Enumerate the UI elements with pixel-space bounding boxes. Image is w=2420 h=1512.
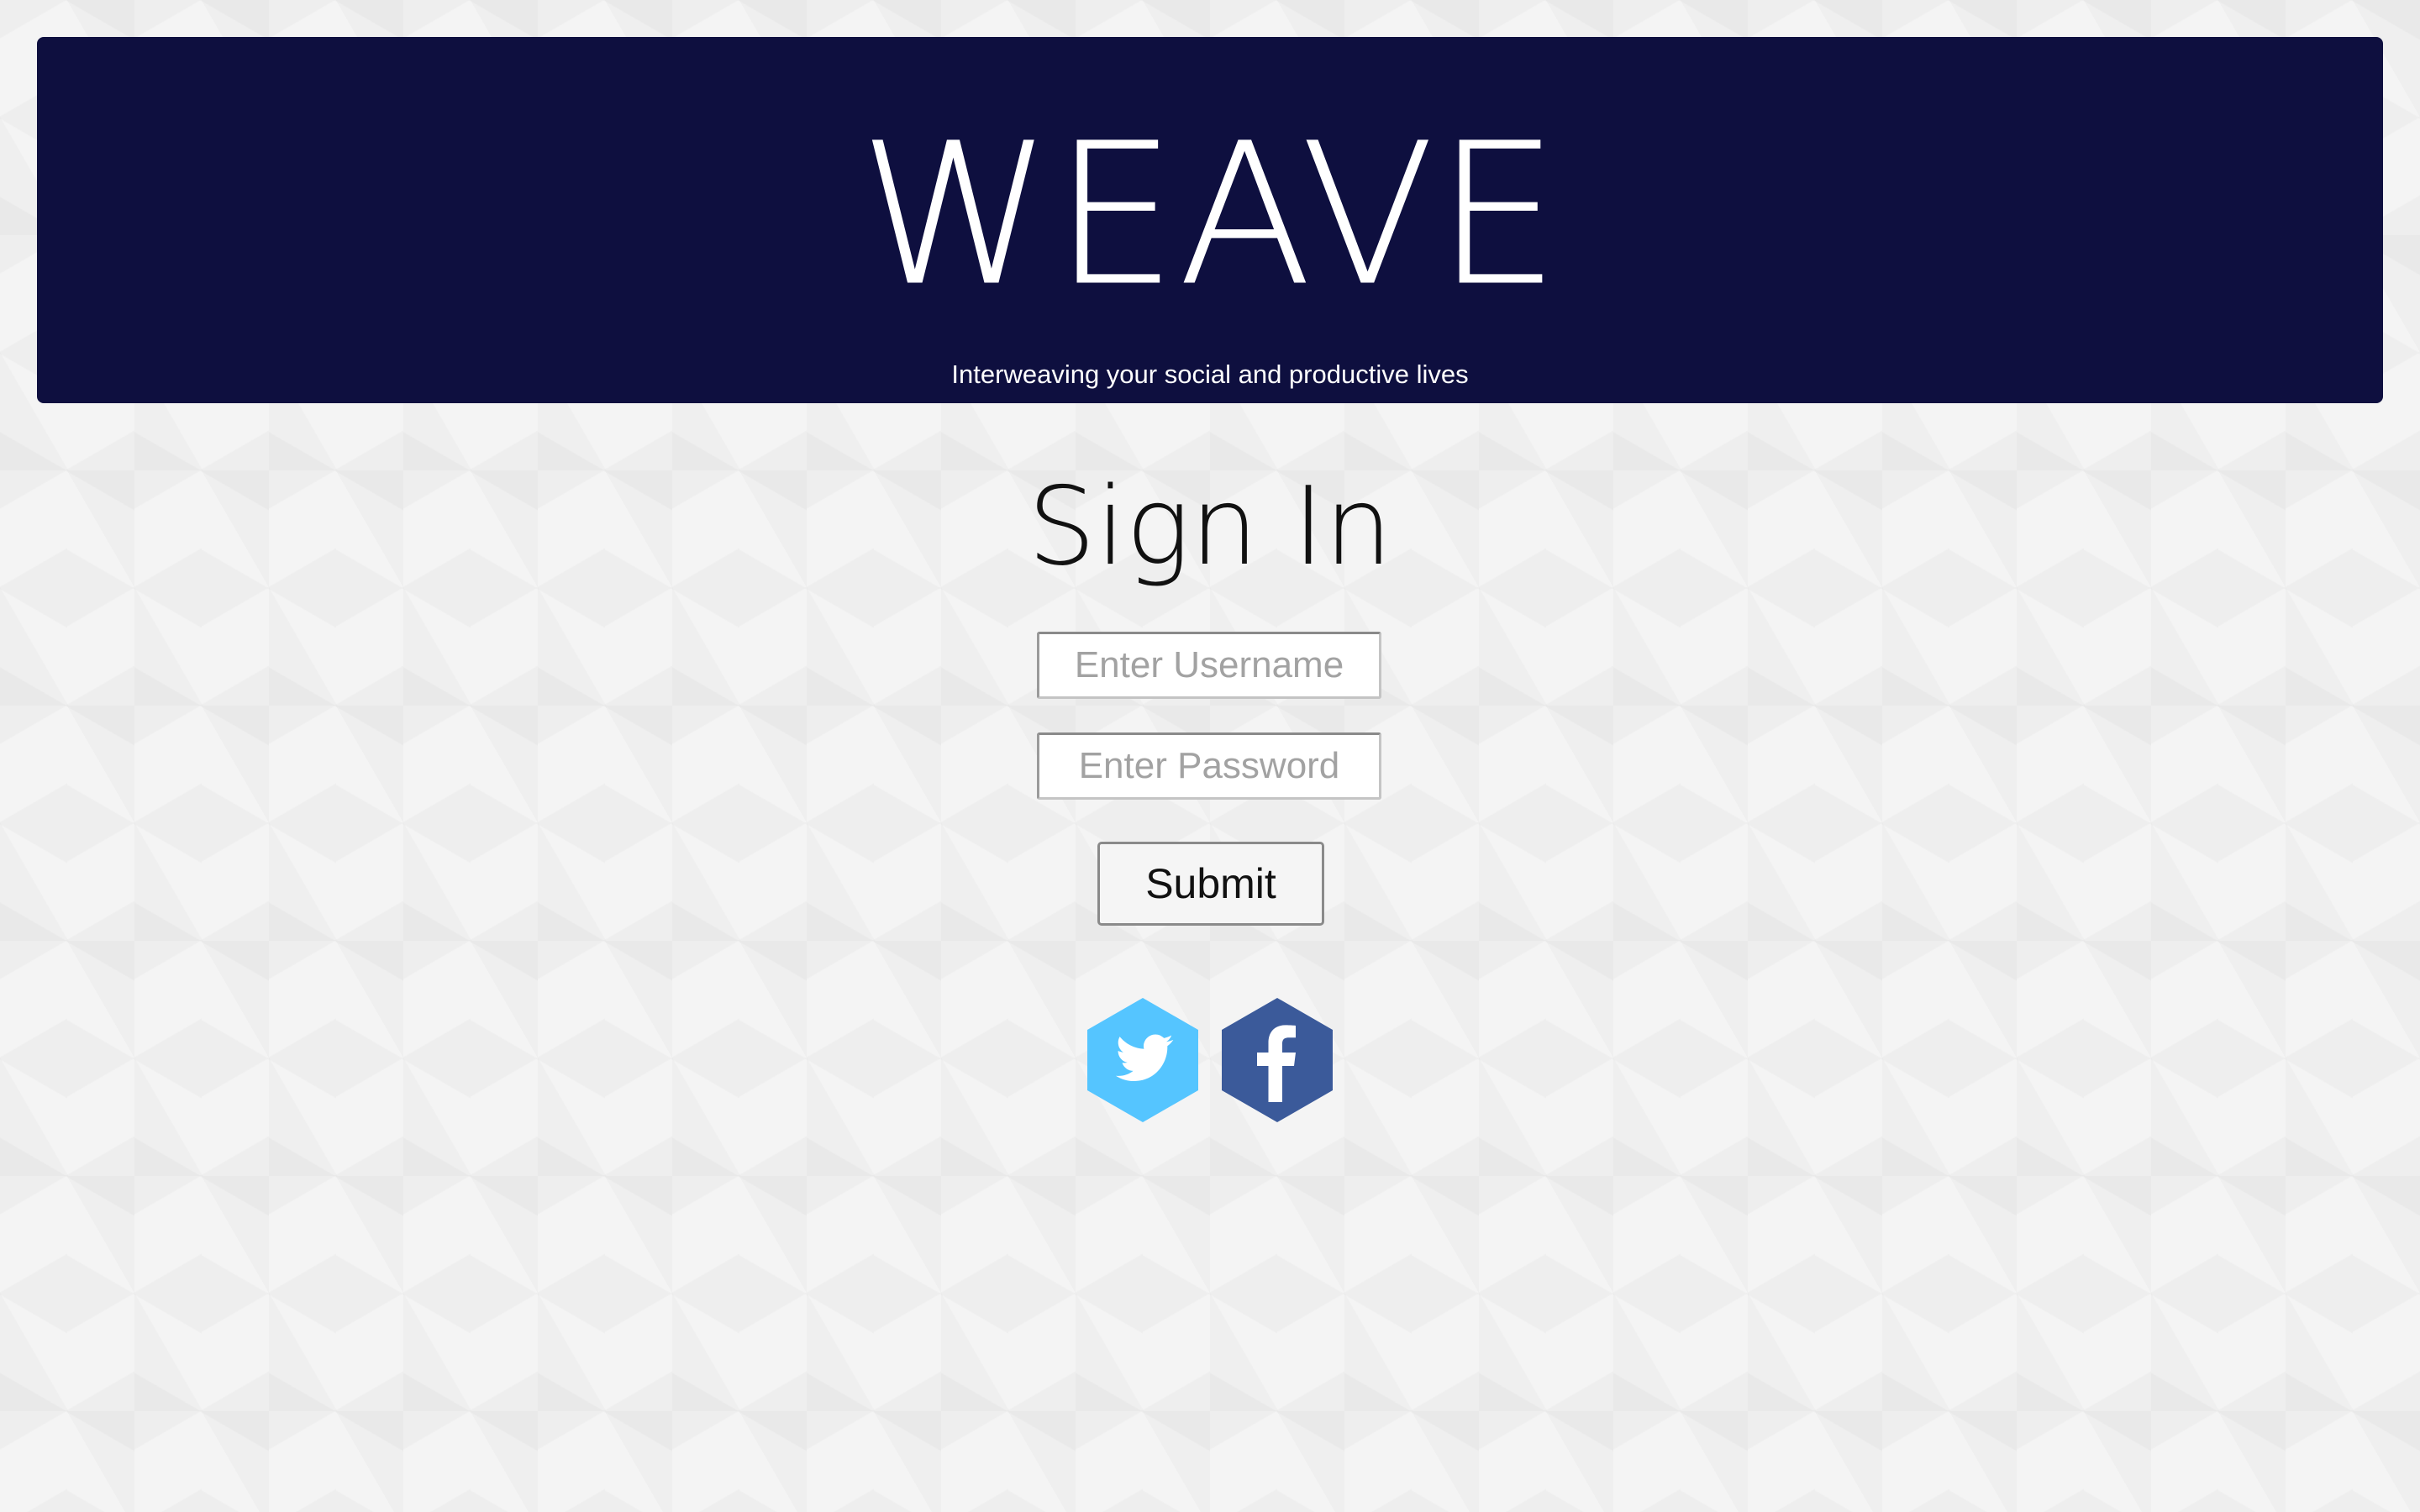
twitter-login-button[interactable] (1086, 996, 1200, 1124)
brand-logo: WEAVE (859, 102, 1561, 328)
password-input[interactable] (1037, 732, 1381, 800)
page-title: Sign In (1027, 465, 1393, 590)
facebook-login-button[interactable] (1220, 996, 1334, 1124)
username-input[interactable] (1037, 632, 1381, 699)
twitter-icon (1087, 998, 1198, 1122)
submit-button[interactable]: Submit (1097, 842, 1324, 926)
facebook-icon (1222, 998, 1333, 1122)
header-banner: WEAVE Interweaving your social and produ… (37, 37, 2383, 403)
brand-tagline: Interweaving your social and productive … (951, 360, 1469, 389)
